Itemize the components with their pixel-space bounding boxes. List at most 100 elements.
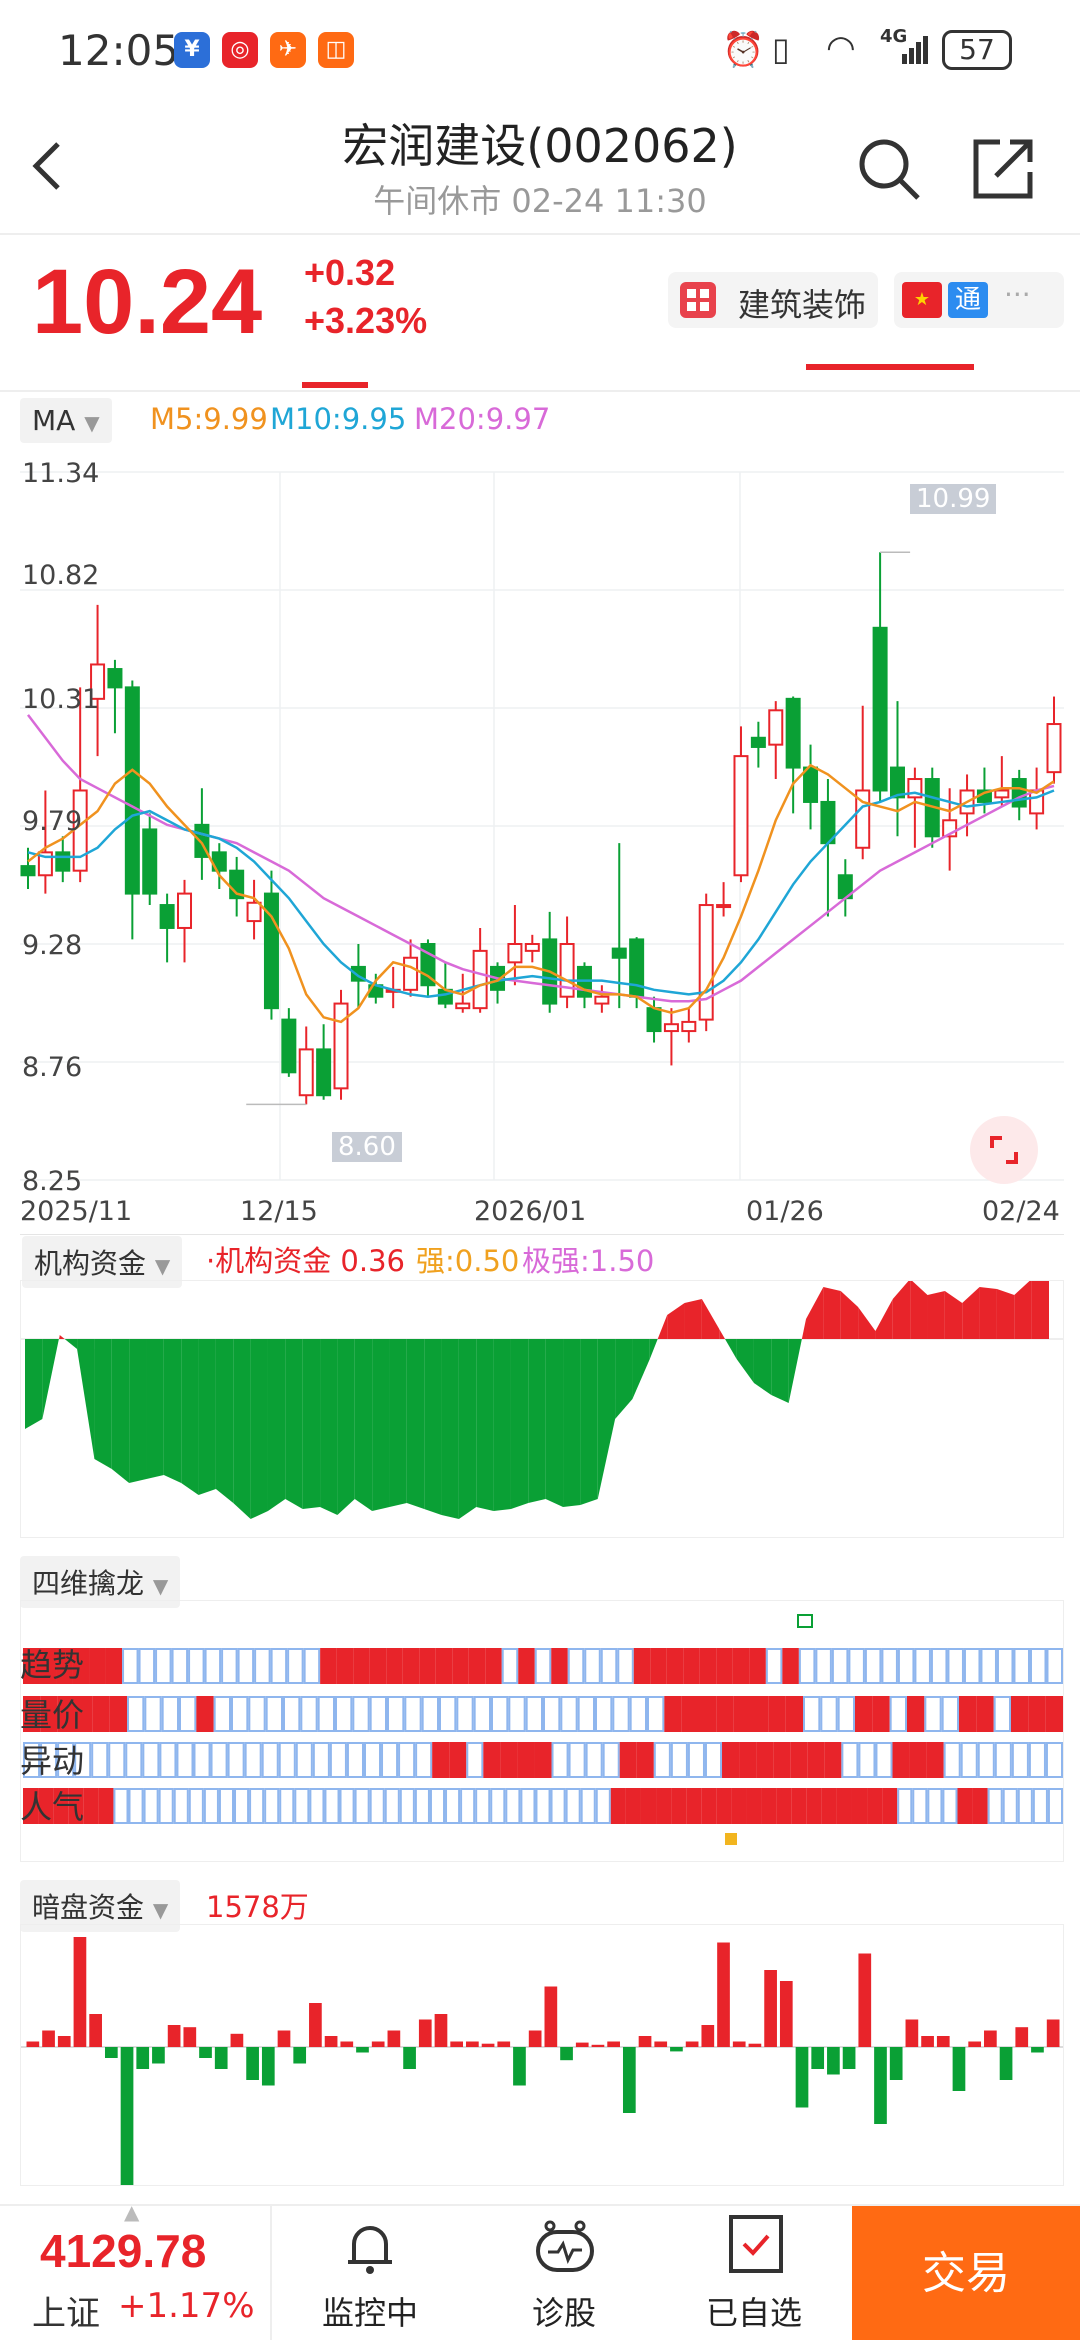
candle — [803, 766, 819, 803]
siwei-cell — [580, 1788, 596, 1824]
siwei-cell — [746, 1788, 762, 1824]
watchlist-button[interactable]: 已自选 — [684, 2206, 824, 2340]
siwei-cell — [432, 1742, 450, 1778]
siwei-cell — [204, 1648, 222, 1684]
inst-selector-label: 机构资金 — [34, 1247, 147, 1280]
trade-button[interactable]: 交易 — [852, 2206, 1080, 2340]
inst-area — [979, 1287, 997, 1339]
wifi-icon: ◠ — [826, 28, 856, 68]
siwei-cell — [127, 1696, 145, 1732]
siwei-cell — [445, 1788, 461, 1824]
y-tick: 8.76 — [22, 1052, 83, 1083]
siwei-cell — [312, 1742, 330, 1778]
siwei-cell — [402, 1648, 420, 1684]
ma10-value: M10:9.95 — [270, 402, 407, 436]
siwei-cell — [336, 1648, 354, 1684]
siwei-cell — [612, 1696, 630, 1732]
siwei-cell — [475, 1788, 491, 1824]
siwei-cell — [122, 1648, 139, 1684]
siwei-cell — [994, 1742, 1012, 1778]
siwei-cell — [435, 1648, 453, 1684]
sector-chip[interactable]: 建筑装饰 — [668, 272, 878, 328]
siwei-cell — [704, 1742, 723, 1778]
dark-selector-label: 暗盘资金 — [32, 1891, 145, 1924]
ma-selector[interactable]: MA ▼ — [20, 398, 112, 443]
inst-area — [510, 1339, 529, 1509]
battery-indicator: 57 — [942, 30, 1012, 70]
ma20-line — [27, 714, 1055, 1003]
siwei-cell — [339, 1788, 355, 1824]
siwei-cell — [550, 1788, 566, 1824]
monitor-label: 监控中 — [321, 2294, 418, 2332]
diagnose-button[interactable]: 诊股 — [494, 2206, 634, 2340]
inst-area — [657, 1315, 668, 1339]
candle — [646, 1007, 662, 1033]
dark-bar — [905, 2019, 919, 2047]
expand-arrow-icon[interactable]: ▲ — [124, 2200, 139, 2224]
dark-bar — [638, 2036, 652, 2047]
siwei-cell — [815, 1648, 832, 1684]
siwei-cell — [993, 1696, 1012, 1732]
x-tick: 02/24 — [982, 1196, 1060, 1227]
dark-bar — [481, 2043, 495, 2047]
candle — [403, 956, 419, 991]
siwei-cell — [617, 1648, 634, 1684]
dark-bar — [324, 2036, 338, 2047]
siwei-cell — [619, 1742, 637, 1778]
tags-chip[interactable]: ★ 通 ··· — [894, 272, 1064, 328]
siwei-cell — [670, 1742, 688, 1778]
dark-bar — [952, 2047, 966, 2091]
index-value[interactable]: 4129.78 — [40, 2224, 206, 2278]
dark-bar — [277, 2030, 291, 2047]
candle — [611, 947, 627, 959]
candle — [107, 668, 123, 689]
inst-area — [354, 1339, 373, 1511]
siwei-cell — [381, 1742, 399, 1778]
share-icon[interactable] — [970, 136, 1036, 202]
more-icon[interactable]: ··· — [1004, 278, 1031, 311]
siwei-cell — [577, 1696, 596, 1732]
siwei-cell — [686, 1788, 702, 1824]
siwei-cell — [976, 1696, 994, 1732]
siwei-cell — [836, 1788, 852, 1824]
candle — [177, 892, 193, 929]
siwei-cell — [790, 1742, 808, 1778]
monitor-button[interactable]: 监控中 — [300, 2206, 440, 2340]
siwei-cell — [761, 1788, 777, 1824]
siwei-cell — [1028, 1696, 1046, 1732]
y-tick: 11.34 — [22, 458, 100, 489]
inst-area — [129, 1339, 147, 1483]
bottom-bar: ▲ 4129.78 上证 +1.17% 监控中 诊股 已自选 交易 — [0, 2200, 1080, 2340]
siwei-cell — [105, 1648, 123, 1684]
search-icon[interactable] — [856, 136, 922, 202]
siwei-cell — [930, 1648, 948, 1684]
row-label-popularity: 人气 — [20, 1788, 85, 1826]
siwei-cell — [138, 1648, 156, 1684]
fullscreen-icon[interactable] — [970, 1116, 1038, 1184]
siwei-cell — [203, 1788, 219, 1824]
inst-area — [944, 1291, 963, 1339]
inst-area — [753, 1339, 772, 1395]
siwei-cell — [452, 1648, 469, 1684]
siwei-cell — [567, 1648, 585, 1684]
current-price: 10.24 — [32, 251, 263, 353]
dark-bar — [167, 2025, 181, 2047]
siwei-cell — [142, 1742, 160, 1778]
siwei-cell — [837, 1696, 856, 1732]
inst-area — [111, 1339, 130, 1483]
kline-chart[interactable] — [0, 450, 1080, 1190]
divider — [270, 2206, 272, 2340]
dark-bar — [497, 2041, 511, 2047]
siwei-cell — [261, 1742, 279, 1778]
candle — [142, 828, 158, 895]
siwei-cell — [647, 1696, 665, 1732]
dark-bar — [575, 2042, 589, 2047]
siwei-cell — [317, 1696, 335, 1732]
y-tick: 8.25 — [22, 1166, 83, 1197]
china-flag-icon: ★ — [902, 282, 942, 318]
siwei-cell — [914, 1648, 931, 1684]
x-tick: 2025/11 — [20, 1196, 133, 1227]
siwei-cell — [776, 1788, 792, 1824]
siwei-cell — [508, 1696, 526, 1732]
y-tick: 9.28 — [22, 930, 83, 961]
